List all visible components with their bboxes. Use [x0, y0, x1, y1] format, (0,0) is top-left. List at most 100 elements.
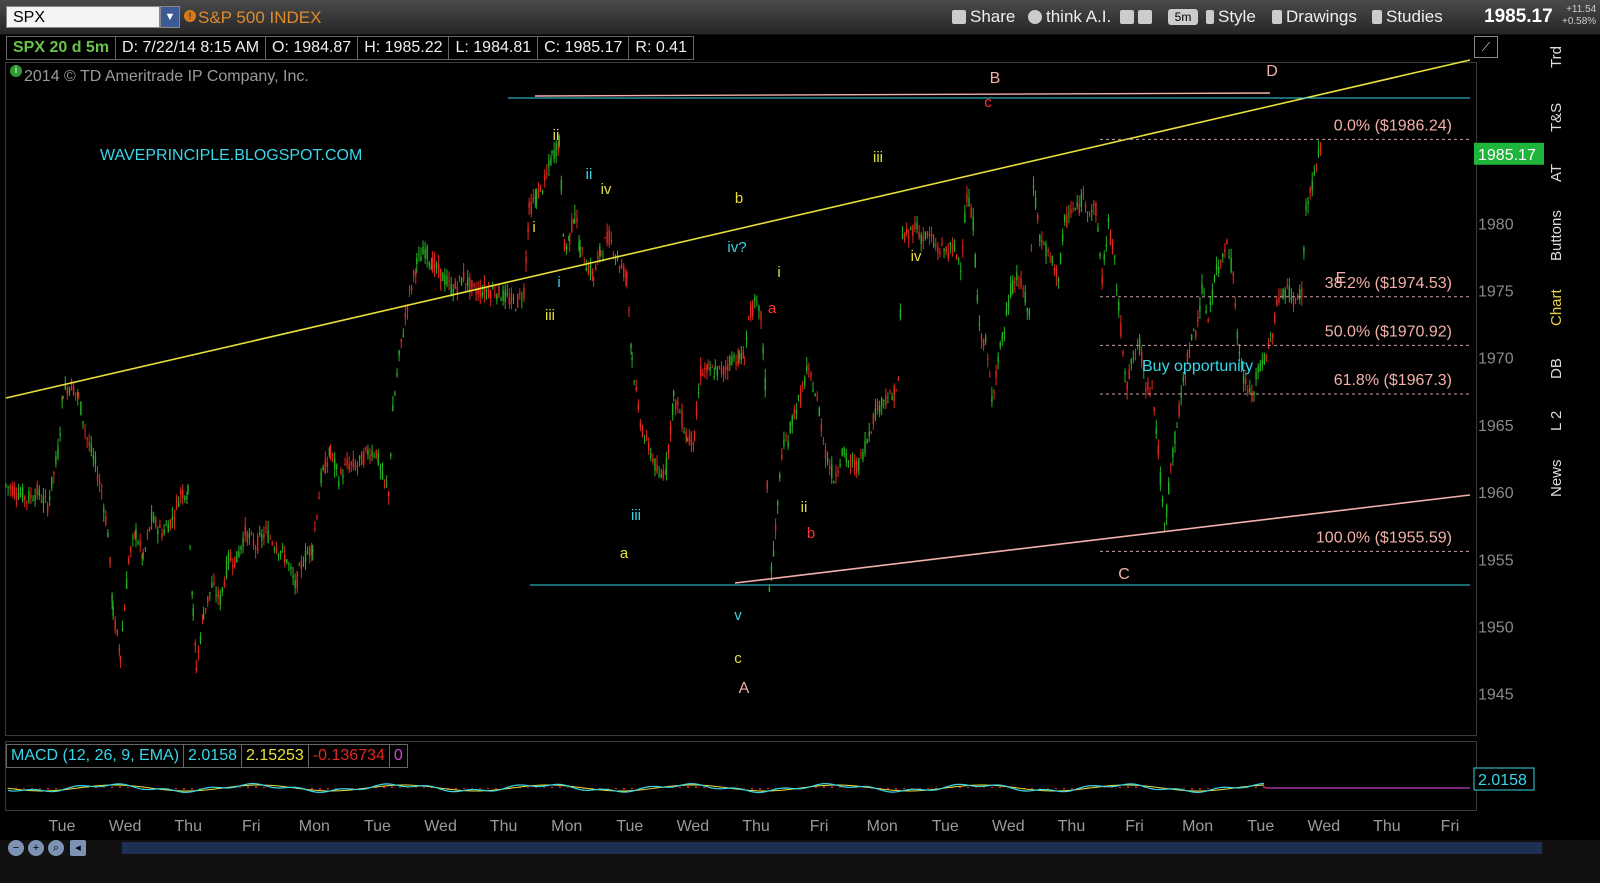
candle-body: [344, 464, 346, 466]
candle-body: [82, 421, 84, 424]
candle-body: [1261, 359, 1264, 364]
candle-body: [740, 353, 742, 360]
candle-body: [471, 280, 473, 289]
tab-trd[interactable]: Trd: [1548, 40, 1570, 74]
wave-label: c: [734, 650, 742, 667]
x-tick-label: Tue: [49, 818, 76, 835]
candle-body: [1095, 202, 1097, 216]
candle-body: [924, 231, 927, 239]
x-tick-label: Tue: [616, 818, 643, 835]
candle-body: [795, 410, 798, 414]
candle-body: [1122, 351, 1124, 355]
candle-body: [1032, 185, 1035, 189]
chart-scrollbar[interactable]: [122, 842, 1542, 854]
candle-body: [1080, 193, 1083, 208]
candle-body: [845, 453, 848, 462]
candle-body: [234, 556, 236, 568]
candle-body: [814, 393, 816, 397]
candle-body: [1059, 253, 1062, 264]
candle-body: [776, 500, 779, 506]
candle-body: [1105, 244, 1108, 247]
candle-body: [146, 533, 149, 536]
candle-body: [675, 400, 677, 409]
candle-body: [219, 594, 221, 605]
candle-body: [152, 515, 155, 523]
candle-body: [1272, 333, 1274, 339]
candle-body: [1232, 272, 1234, 276]
tab-time-and-sales[interactable]: T&S: [1548, 96, 1570, 138]
candle-body: [173, 517, 176, 521]
candle-body: [314, 528, 316, 530]
candle-body: [633, 381, 635, 383]
candle-body: [555, 143, 557, 157]
candle-body: [1034, 197, 1037, 208]
candle-body: [24, 496, 26, 500]
candle-body: [369, 455, 371, 460]
candle-body: [772, 549, 775, 557]
candle-body: [187, 484, 189, 492]
candle-body: [1116, 289, 1118, 291]
candle-body: [483, 283, 486, 296]
candle-body: [587, 266, 590, 274]
tab-db[interactable]: DB: [1548, 354, 1570, 384]
candle-body: [847, 461, 850, 463]
candle-body: [1247, 390, 1249, 393]
candle-body: [273, 548, 276, 550]
tab-at[interactable]: AT: [1548, 158, 1570, 188]
candle-body: [1259, 362, 1261, 372]
candle-body: [390, 454, 392, 457]
wave-label: ii: [553, 127, 560, 144]
candle-body: [808, 368, 810, 370]
candle-body: [544, 175, 546, 181]
zoom-in-icon[interactable]: +: [28, 840, 44, 856]
candle-body: [895, 390, 897, 392]
candle-body: [90, 444, 92, 453]
candle-body: [498, 285, 500, 297]
candle-body: [928, 233, 931, 236]
candle-body: [576, 218, 578, 222]
candle-body: [709, 366, 711, 371]
tab-chart[interactable]: Chart: [1548, 284, 1570, 332]
candle-body: [415, 270, 417, 276]
candle-body: [1049, 256, 1051, 258]
candle-body: [244, 525, 246, 536]
macd-label[interactable]: MACD (12, 26, 9, EMA): [6, 744, 184, 768]
candle-body: [1103, 254, 1105, 260]
candle-body: [932, 243, 935, 247]
candle-body: [191, 591, 193, 596]
magnifier-icon[interactable]: ⌕: [48, 840, 64, 856]
candle-body: [182, 490, 184, 498]
candle-body: [1213, 276, 1216, 281]
candle-body: [631, 357, 633, 361]
candle-body: [600, 251, 602, 253]
wave-label: C: [1118, 566, 1130, 583]
candle-body: [199, 636, 202, 643]
candle-body: [184, 496, 186, 500]
zoom-out-icon[interactable]: −: [8, 840, 24, 856]
candle-body: [408, 288, 411, 290]
candle-body: [336, 464, 338, 470]
candle-body: [922, 236, 924, 242]
candle-body: [635, 386, 637, 391]
candle-body: [1138, 337, 1141, 351]
candle-body: [42, 495, 45, 504]
candle-body: [66, 388, 69, 396]
candle-body: [1286, 284, 1288, 286]
candle-body: [541, 190, 544, 193]
tab-news[interactable]: News: [1548, 456, 1570, 500]
tab-level2[interactable]: L 2: [1548, 404, 1570, 438]
candle-body: [781, 454, 783, 459]
candle-body: [236, 551, 238, 563]
candle-body: [109, 557, 111, 565]
candle-body: [1051, 255, 1053, 264]
candle-body: [735, 362, 737, 365]
candle-body: [354, 463, 357, 470]
info-icon[interactable]: i: [10, 65, 22, 77]
candle-body: [1238, 351, 1241, 354]
price-axis: 1945 1950 1955 1960 1965 1970 1975 1980 1985.17: [1474, 142, 1544, 704]
candle-body: [818, 408, 820, 417]
candle-body: [456, 286, 459, 293]
candle-body: [574, 213, 576, 215]
tab-buttons[interactable]: Buttons: [1548, 204, 1570, 268]
scroll-left-icon[interactable]: ◂: [70, 840, 86, 856]
